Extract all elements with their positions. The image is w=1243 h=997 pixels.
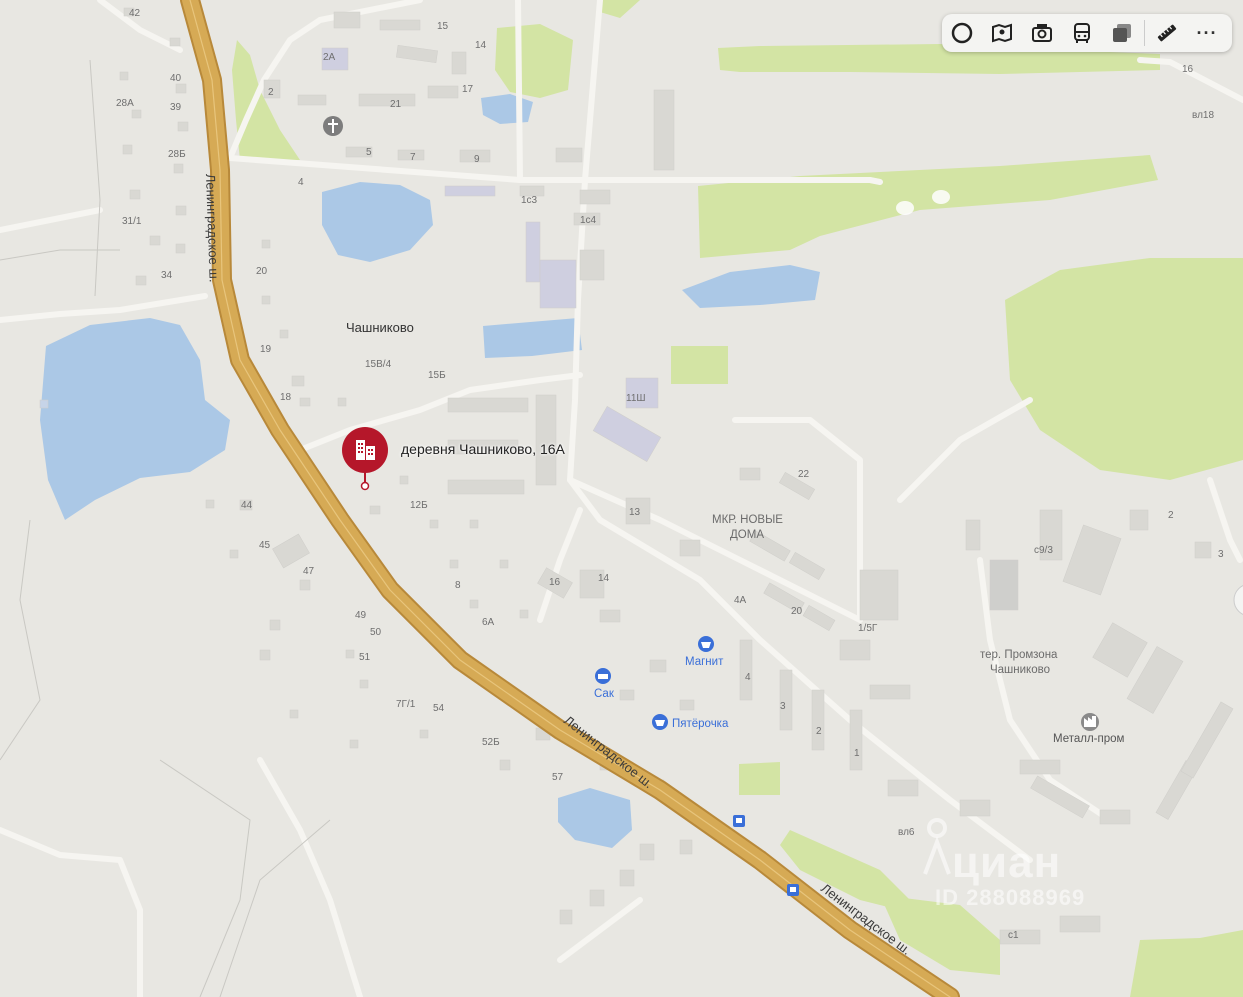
house-number: 15Б — [428, 370, 446, 381]
industrial-label-line1: тер. Промзона — [980, 649, 1058, 661]
layers-icon — [951, 22, 973, 44]
house-number: 13 — [629, 507, 641, 518]
house-number: 6А — [482, 617, 495, 628]
map-layers-icon — [1113, 24, 1131, 42]
watermark-name: циан — [952, 838, 1062, 887]
ruler-button[interactable] — [1147, 14, 1187, 52]
house-number: 3 — [780, 701, 786, 712]
house-number: 17 — [462, 84, 474, 95]
house-number: 22 — [798, 469, 810, 480]
house-number: вл18 — [1192, 110, 1214, 121]
house-number: 2 — [1168, 510, 1174, 521]
bus-stop-icon[interactable] — [733, 815, 745, 827]
house-number: 3 — [1218, 549, 1224, 560]
house-number: 28А — [116, 98, 134, 109]
watermark-id: ID 288088969 — [935, 885, 1086, 910]
house-number: 31/1 — [122, 216, 142, 227]
house-number: 21 — [390, 99, 402, 110]
house-number: 39 — [170, 102, 182, 113]
house-number: 9 — [474, 154, 480, 165]
house-number: 1с4 — [580, 215, 597, 226]
house-number: 5 — [366, 147, 372, 158]
panorama-icon — [992, 23, 1012, 43]
house-number: 49 — [355, 610, 367, 621]
poi-magnit-label: Магнит — [685, 656, 724, 668]
district-label-line2: ДОМА — [730, 529, 764, 541]
house-number: 12Б — [410, 500, 428, 511]
house-number: 2 — [268, 87, 274, 98]
transit-icon — [1074, 23, 1090, 43]
house-number: 8 — [455, 580, 461, 591]
more-options-button[interactable]: ··· — [1187, 14, 1227, 52]
industrial-label-line2: Чашниково — [990, 664, 1050, 676]
house-number: 4 — [745, 672, 751, 683]
house-number: 20 — [256, 266, 268, 277]
house-number: 19 — [260, 344, 272, 355]
house-number: 16 — [549, 577, 561, 588]
house-number: 44 — [241, 500, 253, 511]
house-number: 11Ш — [626, 393, 646, 404]
church-icon[interactable] — [323, 116, 343, 136]
cian-logo-icon — [923, 818, 951, 875]
toolbar-divider — [1144, 20, 1145, 46]
transit-button[interactable] — [1062, 14, 1102, 52]
house-number: 7Г/1 — [396, 699, 416, 710]
house-number: 57 — [552, 772, 564, 783]
map-layers-button[interactable] — [1102, 14, 1142, 52]
house-number: 34 — [161, 270, 173, 281]
bus-stop-icon[interactable] — [787, 884, 799, 896]
house-number: 45 — [259, 540, 271, 551]
house-number: 28Б — [168, 149, 186, 160]
house-number: 16 — [1182, 64, 1194, 75]
marker-label: деревня Чашниково, 16А — [401, 441, 565, 457]
house-number: 40 — [170, 73, 182, 84]
house-number: 4А — [734, 595, 747, 606]
house-number: 2 — [816, 726, 822, 737]
house-number: 15 — [437, 21, 449, 32]
house-number: 18 — [280, 392, 292, 403]
house-number: 1 — [854, 748, 860, 759]
house-number: 51 — [359, 652, 371, 663]
poi-sak-label: Сак — [594, 688, 615, 700]
house-number: 42 — [129, 8, 141, 19]
house-number: 50 — [370, 627, 382, 638]
house-number: 1с3 — [521, 195, 538, 206]
house-number: с1 — [1008, 930, 1019, 941]
house-number: 1/5Г — [858, 623, 878, 634]
layers-button[interactable] — [942, 14, 982, 52]
house-number: с9/3 — [1034, 545, 1053, 556]
camera-button[interactable] — [1022, 14, 1062, 52]
house-number: 47 — [303, 566, 315, 577]
district-label-line1: МКР. НОВЫЕ — [712, 514, 783, 526]
map-toolbar: ··· — [942, 14, 1232, 52]
house-number: вл6 — [898, 827, 915, 838]
house-number: 54 — [433, 703, 445, 714]
house-number: 14 — [475, 40, 487, 51]
house-number: 20 — [791, 606, 803, 617]
panorama-button[interactable] — [982, 14, 1022, 52]
house-number: 14 — [598, 573, 610, 584]
house-number: 52Б — [482, 737, 500, 748]
house-number: 7 — [410, 152, 416, 163]
house-number: 2А — [323, 52, 336, 63]
ruler-icon — [1157, 24, 1177, 42]
house-number: 15В/4 — [365, 359, 392, 370]
camera-icon — [1032, 24, 1052, 42]
house-number: 4 — [298, 177, 304, 188]
poi-metallprom-label: Металл-пром — [1053, 733, 1125, 745]
poi-pyaterochka-label: Пятёрочка — [672, 718, 729, 730]
village-label: Чашниково — [346, 320, 414, 335]
